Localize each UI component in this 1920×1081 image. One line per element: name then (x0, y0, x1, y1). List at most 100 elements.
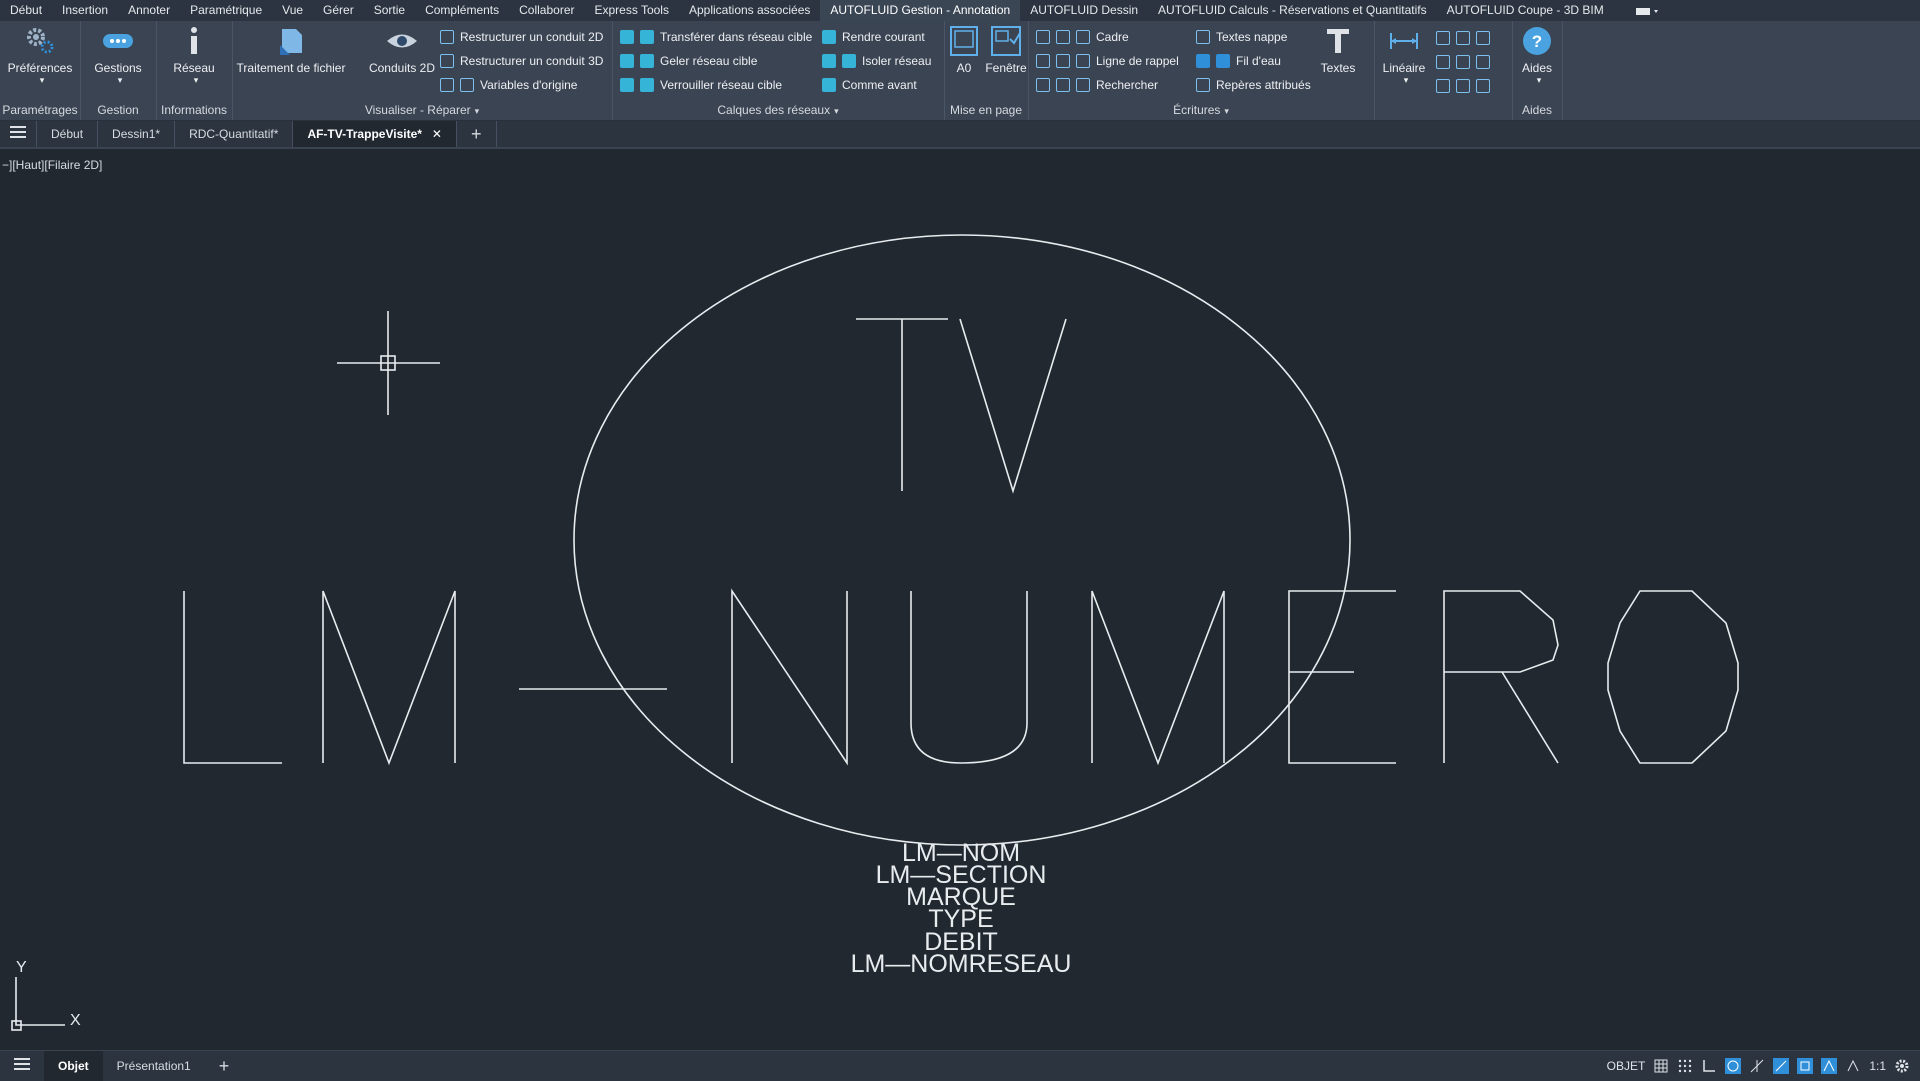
doc-tab-dessin1[interactable]: Dessin1* (98, 121, 176, 147)
leader-icon (1056, 54, 1070, 68)
variables-origine-button[interactable]: Variables d'origine (440, 76, 577, 94)
selection-cycling-icon[interactable] (1797, 1058, 1814, 1074)
tab-autofluid-coupe[interactable]: AUTOFLUID Coupe - 3D BIM (1437, 0, 1614, 21)
linear-dimension-icon (1390, 33, 1418, 49)
reperes-attribues-button[interactable]: Repères attribués (1196, 76, 1311, 94)
svg-text:?: ? (1532, 32, 1542, 51)
eye-icon (387, 34, 417, 48)
layer-isolate-icon (822, 54, 836, 68)
layout-tab-presentation1[interactable]: Présentation1 (103, 1051, 205, 1081)
ucs-y-label: Y (16, 959, 27, 976)
tab-complements[interactable]: Compléments (415, 0, 509, 21)
doc-tab-debut[interactable]: Début (37, 121, 99, 147)
tab-autofluid-calculs[interactable]: AUTOFLUID Calculs - Réservations et Quan… (1148, 0, 1437, 21)
rendre-courant-button[interactable]: Rendre courant (822, 28, 925, 46)
tab-parametrique[interactable]: Paramétrique (180, 0, 272, 21)
doc-tab-af-tv-trappevisite[interactable]: AF-TV-TrappeVisite* ✕ (293, 121, 457, 147)
verrouiller-reseau-button[interactable]: Verrouiller réseau cible (620, 76, 782, 94)
drawing-canvas[interactable]: LM—NOM LM—SECTION MARQUE TYPE DEBIT LM—N… (0, 150, 1920, 1050)
gear-icon[interactable] (1894, 1058, 1910, 1074)
cadre-button[interactable]: Cadre (1036, 28, 1129, 46)
annotation-scale-value[interactable]: 1:1 (1869, 1059, 1886, 1073)
variables-doc-icon (460, 78, 474, 92)
text-t-icon (1327, 29, 1349, 53)
aides-button[interactable]: ? Aides ▾ (1512, 25, 1562, 86)
textes-button[interactable]: Textes (1310, 25, 1366, 75)
panel-title-calques[interactable]: Calques des réseaux ▾ (612, 102, 944, 118)
reseau-button[interactable]: Réseau ▾ (156, 25, 232, 86)
restructurer-2d-button[interactable]: Restructurer un conduit 2D (440, 28, 603, 46)
isoler-reseau-button[interactable]: Isoler réseau (822, 52, 931, 70)
panel-title-parametrages: Paramétrages (2, 103, 78, 117)
tab-autofluid-gestion[interactable]: AUTOFLUID Gestion - Annotation (820, 0, 1021, 21)
model-space-button[interactable]: OBJET (1607, 1059, 1646, 1073)
new-tab-button[interactable]: + (457, 121, 497, 147)
isodraft-icon[interactable] (1773, 1058, 1790, 1074)
panel-calques-reseaux: Transférer dans réseau cible Geler résea… (612, 21, 945, 120)
geler-reseau-button[interactable]: Geler réseau cible (620, 52, 757, 70)
close-tab-icon[interactable]: ✕ (432, 127, 442, 141)
file-treatment-icon (280, 29, 302, 55)
tab-express-tools[interactable]: Express Tools (584, 0, 678, 21)
restructurer-3d-button[interactable]: Restructurer un conduit 3D (440, 52, 603, 70)
grid-icon[interactable] (1653, 1058, 1669, 1074)
tab-collaborer[interactable]: Collaborer (509, 0, 584, 21)
attribute-lm-nomreseau: LM—NOMRESEAU (851, 950, 1072, 978)
textes-nappe-button[interactable]: Textes nappe (1196, 28, 1287, 46)
app-menu-button[interactable] (0, 121, 37, 147)
preferences-button[interactable]: Préférences ▾ (0, 25, 80, 86)
hamburger-icon (10, 126, 26, 138)
tab-vue[interactable]: Vue (272, 0, 313, 21)
tab-sortie[interactable]: Sortie (364, 0, 415, 21)
ucs-x-label: X (70, 1012, 81, 1029)
layer-previous-icon (822, 78, 836, 92)
status-bar: OBJET 1:1 (1607, 1051, 1910, 1081)
doc-tab-rdc-quantitatif[interactable]: RDC-Quantitatif* (175, 121, 294, 147)
layer-icon (640, 54, 654, 68)
fenetre-button[interactable]: Fenêtre (984, 25, 1028, 75)
tab-insertion[interactable]: Insertion (52, 0, 118, 21)
layout-tab-objet[interactable]: Objet (44, 1051, 103, 1081)
annotation-scale-icon[interactable] (1821, 1058, 1838, 1074)
lineaire-button[interactable]: Linéaire ▾ (1374, 25, 1434, 86)
traitement-fichier-button[interactable]: Traitement de fichier (236, 25, 346, 75)
panel-toggle-icon[interactable] (1634, 5, 1660, 17)
conduits-2d-button[interactable]: Conduits 2D (362, 25, 442, 75)
panel-title-mise-en-page: Mise en page (949, 103, 1023, 117)
tab-gerer[interactable]: Gérer (313, 0, 364, 21)
annotation-visibility-icon[interactable] (1845, 1058, 1861, 1074)
new-layout-button[interactable]: + (205, 1051, 244, 1081)
dim-tool-1[interactable] (1436, 29, 1496, 47)
ligne-rappel-button[interactable]: Ligne de rappel (1036, 52, 1179, 70)
snap-icon[interactable] (1677, 1058, 1693, 1074)
panel-title-gestion: Gestion (97, 103, 139, 117)
tab-debut[interactable]: Début (0, 0, 52, 21)
zoom-icon (1036, 78, 1050, 92)
tv-text (856, 318, 1067, 494)
panel-title-visualiser[interactable]: Visualiser - Réparer ▾ (232, 102, 612, 118)
dim-tool-2[interactable] (1436, 53, 1496, 71)
fil-eau-button[interactable]: Fil d'eau (1196, 52, 1281, 70)
tab-autofluid-dessin[interactable]: AUTOFLUID Dessin (1020, 0, 1148, 21)
zoom-icon (1056, 78, 1070, 92)
gestions-button[interactable]: Gestions ▾ (80, 25, 156, 86)
ortho-icon[interactable] (1701, 1058, 1717, 1074)
layer-current-icon (822, 30, 836, 44)
tab-annoter[interactable]: Annoter (118, 0, 180, 21)
transferer-reseau-button[interactable]: Transférer dans réseau cible (620, 28, 812, 46)
a0-button[interactable]: A0 (944, 25, 984, 75)
layout-menu-button[interactable] (0, 1051, 44, 1081)
object-snap-icon[interactable] (1749, 1058, 1765, 1074)
panel-parametrages: Préférences ▾ Paramétrages (0, 21, 81, 120)
panel-title-ecritures[interactable]: Écritures ▾ (1028, 102, 1374, 118)
rechercher-button[interactable]: Rechercher (1036, 76, 1158, 94)
frame-icon (1056, 30, 1070, 44)
panel-mise-en-page: A0 Fenêtre Mise en page (944, 21, 1029, 120)
dimension-icon (1436, 55, 1450, 69)
dim-tool-3[interactable] (1436, 77, 1496, 95)
crosshair-cursor-icon (337, 311, 440, 415)
polar-tracking-icon[interactable] (1725, 1058, 1742, 1074)
tab-applications-associees[interactable]: Applications associées (679, 0, 820, 21)
comme-avant-button[interactable]: Comme avant (822, 76, 917, 94)
restructure-3d-icon (440, 54, 454, 68)
